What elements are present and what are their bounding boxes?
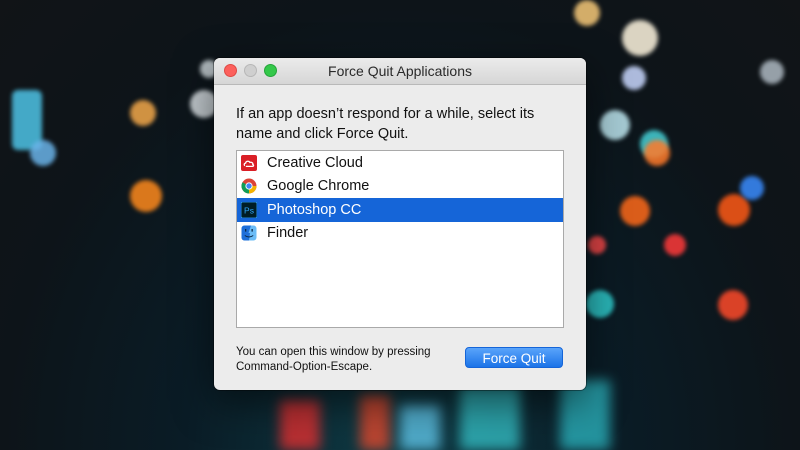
bokeh-light (574, 0, 600, 26)
finder-icon (241, 225, 257, 241)
bokeh-light (586, 290, 614, 318)
bokeh-light (718, 290, 748, 320)
app-row-google-chrome[interactable]: Google Chrome (237, 175, 563, 199)
creative-cloud-icon (241, 154, 257, 171)
bokeh-light (718, 194, 750, 226)
shortcut-hint-text: You can open this window by pressing Com… (236, 346, 431, 373)
window-title: Force Quit Applications (328, 63, 472, 79)
bokeh-light (622, 66, 646, 90)
road-reflection (360, 395, 390, 450)
title-bar[interactable]: Force Quit Applications (214, 58, 586, 85)
app-row-photoshop-cc[interactable]: Ps Photoshop CC (237, 198, 563, 222)
road-reflection (400, 405, 440, 450)
bokeh-light (30, 140, 56, 166)
bokeh-light (600, 110, 630, 140)
app-list[interactable]: Creative Cloud Google Chrome Ps Photosho… (236, 150, 564, 328)
bokeh-light (644, 140, 670, 166)
bokeh-light (588, 236, 606, 254)
bokeh-light (130, 180, 162, 212)
bokeh-light (664, 234, 686, 256)
app-row-finder[interactable]: Finder (237, 222, 563, 246)
app-name: Creative Cloud (267, 154, 363, 171)
bokeh-light (620, 196, 650, 226)
bokeh-light (740, 176, 764, 200)
app-row-creative-cloud[interactable]: Creative Cloud (237, 151, 563, 175)
force-quit-button[interactable]: Force Quit (465, 347, 563, 368)
photoshop-icon: Ps (241, 201, 257, 218)
app-name: Photoshop CC (267, 201, 362, 218)
bokeh-light (130, 100, 156, 126)
bokeh-light (622, 20, 658, 56)
app-name: Google Chrome (267, 178, 370, 195)
bokeh-light (760, 60, 784, 84)
chrome-icon (241, 178, 257, 194)
instructions-text: If an app doesn’t respond for a while, s… (236, 106, 535, 142)
road-reflection (460, 385, 520, 450)
app-name: Finder (267, 225, 309, 242)
road-reflection (560, 380, 610, 450)
photoshop-icon-text: Ps (244, 205, 254, 215)
road-reflection (280, 400, 320, 450)
force-quit-window: Force Quit Applications If an app doesn’… (214, 58, 586, 390)
